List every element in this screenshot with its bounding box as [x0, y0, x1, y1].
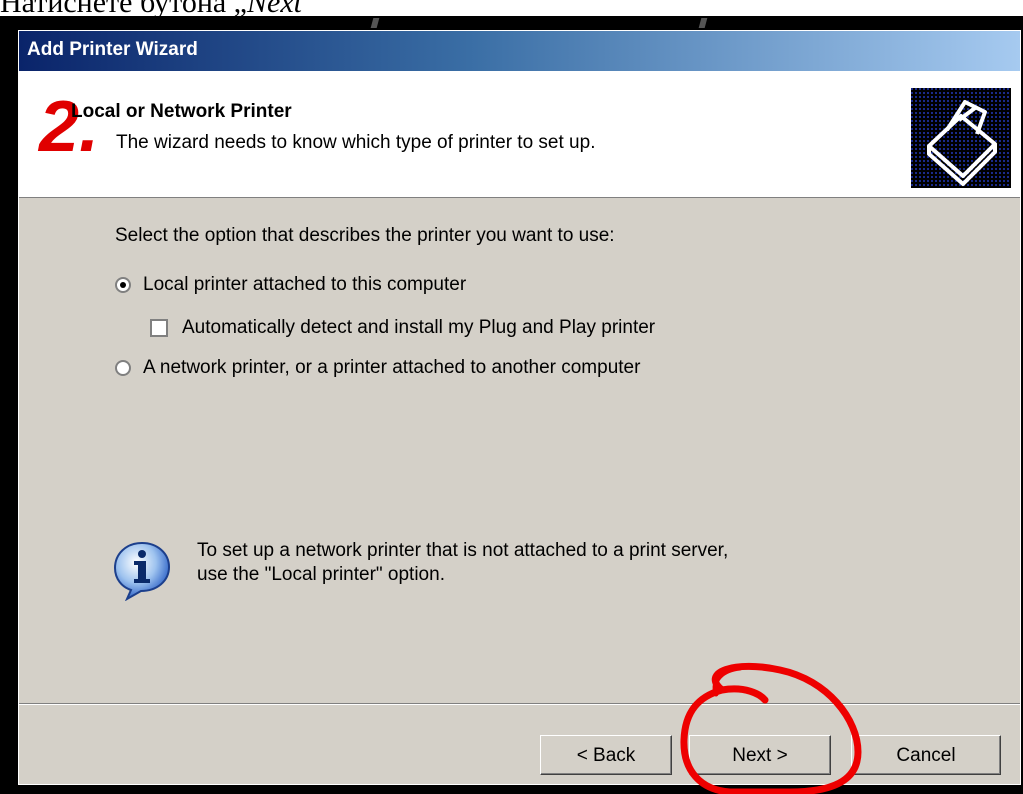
info-message: To set up a network printer that is not … [197, 539, 728, 587]
selection-prompt: Select the option that describes the pri… [115, 225, 615, 246]
next-button[interactable]: Next > [689, 735, 831, 775]
network-printer-label: A network printer, or a printer attached… [143, 357, 641, 378]
back-button[interactable]: < Back [540, 735, 672, 775]
plug-and-play-option[interactable]: Automatically detect and install my Plug… [150, 317, 655, 339]
page-subtitle: The wizard needs to know which type of p… [116, 132, 596, 153]
button-separator [19, 703, 1020, 705]
network-printer-radio[interactable] [115, 360, 131, 376]
window-title: Add Printer Wizard [27, 39, 198, 60]
plug-and-play-label: Automatically detect and install my Plug… [182, 317, 656, 338]
network-printer-option[interactable]: A network printer, or a printer attached… [115, 357, 640, 379]
local-printer-option[interactable]: Local printer attached to this computer [115, 274, 466, 296]
cancel-button[interactable]: Cancel [851, 735, 1001, 775]
printer-icon [911, 88, 1011, 188]
background-streak [698, 18, 708, 28]
page-title: Local or Network Printer [71, 101, 292, 122]
add-printer-wizard-dialog: Add Printer Wizard 2. Local or Network P… [18, 30, 1021, 785]
local-printer-radio[interactable] [115, 277, 131, 293]
screenshot-frame: Add Printer Wizard 2. Local or Network P… [0, 16, 1023, 794]
plug-and-play-checkbox[interactable] [150, 319, 168, 337]
info-icon [111, 539, 173, 602]
local-printer-label: Local printer attached to this computer [143, 274, 467, 295]
info-line-2: use the "Local printer" option. [197, 564, 445, 585]
background-streak [370, 18, 380, 28]
info-line-1: To set up a network printer that is not … [197, 540, 729, 561]
title-bar[interactable]: Add Printer Wizard [19, 31, 1020, 71]
wizard-header: 2. Local or Network Printer The wizard n… [19, 71, 1020, 198]
